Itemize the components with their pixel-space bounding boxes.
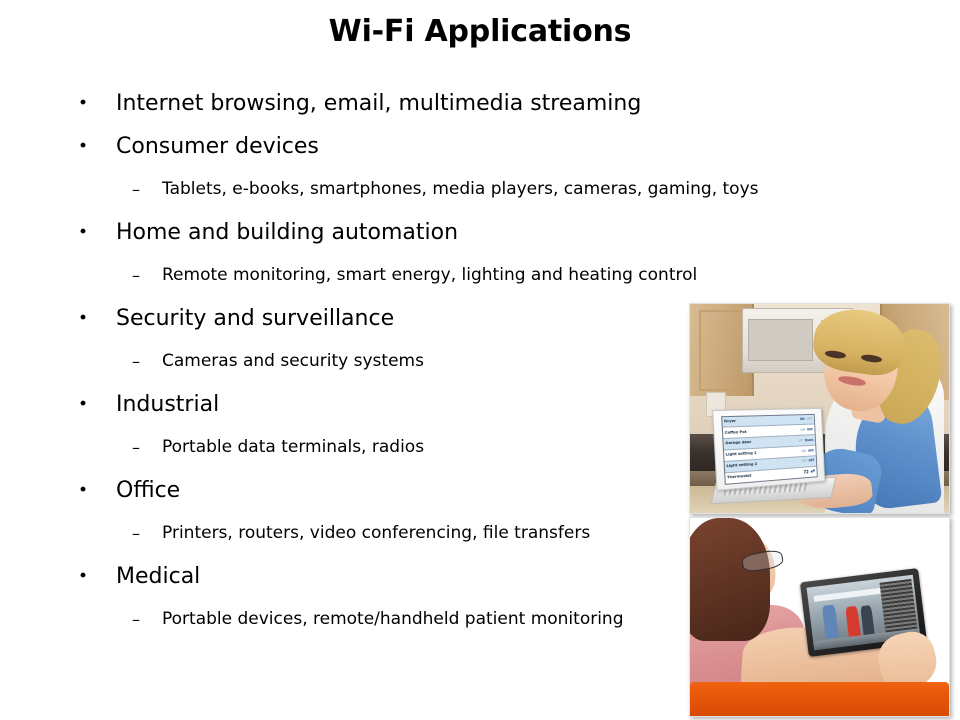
- sub-list-item-text: Remote monitoring, smart energy, lightin…: [162, 265, 698, 285]
- control-option-up[interactable]: UP: [799, 438, 803, 442]
- dash-marker-icon: –: [132, 609, 140, 629]
- tablet-patient-monitoring-photo: [689, 517, 950, 717]
- control-option-off[interactable]: OFF: [806, 416, 812, 420]
- list-item-text: Medical: [116, 563, 201, 589]
- home-automation-control-panel[interactable]: Dryer ON OFF Coffee Pot ON OFF Garage do…: [720, 412, 818, 485]
- dash-marker-icon: –: [132, 265, 140, 285]
- laptop-screen-lid: Dryer ON OFF Coffee Pot ON OFF Garage do…: [712, 407, 825, 491]
- kitchen-scene: Dryer ON OFF Coffee Pot ON OFF Garage do…: [690, 304, 949, 513]
- control-options[interactable]: 72 ▲▼: [803, 468, 815, 474]
- bullet-marker-icon: •: [78, 93, 89, 113]
- list-item: • Home and building automation: [70, 211, 870, 254]
- screen-person-2: [845, 606, 861, 638]
- sub-list-item-text: Portable devices, remote/handheld patien…: [162, 609, 624, 629]
- kitchen-automation-photo: Dryer ON OFF Coffee Pot ON OFF Garage do…: [689, 303, 950, 514]
- tablet-scene: [690, 518, 949, 716]
- screen-person-3: [860, 605, 875, 636]
- sub-list-item-text: Portable data terminals, radios: [162, 437, 425, 457]
- control-options[interactable]: ON OFF: [800, 416, 813, 420]
- bullet-marker-icon: •: [78, 480, 89, 500]
- bullet-marker-icon: •: [78, 308, 89, 328]
- control-options[interactable]: ON OFF: [802, 458, 815, 463]
- control-option-on[interactable]: ON: [800, 427, 805, 431]
- control-option-off[interactable]: OFF: [808, 458, 814, 462]
- screen-person-1: [821, 605, 839, 640]
- sub-list-item-text: Tablets, e-books, smartphones, media pla…: [162, 179, 759, 199]
- bullet-marker-icon: •: [78, 136, 89, 156]
- control-option-off[interactable]: OFF: [807, 427, 813, 431]
- sub-list-item: – Tablets, e-books, smartphones, media p…: [70, 168, 870, 211]
- page-title: Wi-Fi Applications: [328, 14, 632, 49]
- bullet-marker-icon: •: [78, 566, 89, 586]
- control-options[interactable]: UP Down: [799, 437, 814, 442]
- list-item-text: Home and building automation: [116, 219, 459, 245]
- sub-list-item-text: Cameras and security systems: [162, 351, 424, 371]
- bullet-marker-icon: •: [78, 394, 89, 414]
- list-item-text: Security and surveillance: [116, 305, 395, 331]
- dash-marker-icon: –: [132, 351, 140, 371]
- woman-hair: [690, 518, 771, 641]
- control-label: Coffee Pot: [724, 428, 747, 434]
- control-label: Thermostat: [726, 473, 752, 480]
- control-option-down[interactable]: Down: [805, 437, 814, 441]
- control-option-on[interactable]: ON: [802, 459, 807, 463]
- list-item-text: Consumer devices: [116, 133, 319, 159]
- control-option-off[interactable]: OFF: [808, 448, 814, 452]
- list-item: • Internet browsing, email, multimedia s…: [70, 82, 870, 125]
- control-options[interactable]: ON OFF: [800, 427, 813, 431]
- dash-marker-icon: –: [132, 437, 140, 457]
- control-option-on[interactable]: ON: [800, 416, 805, 420]
- list-item: • Consumer devices: [70, 125, 870, 168]
- thermostat-value: 72: [803, 468, 809, 474]
- control-label: Light setting 1: [725, 450, 757, 457]
- dash-marker-icon: –: [132, 179, 140, 199]
- list-item-text: Office: [116, 477, 181, 503]
- orange-table: [690, 682, 949, 716]
- list-item-text: Industrial: [116, 391, 220, 417]
- dash-marker-icon: –: [132, 523, 140, 543]
- list-item-text: Internet browsing, email, multimedia str…: [116, 90, 642, 116]
- control-label: Light setting 2: [726, 461, 758, 468]
- control-label: Dryer: [723, 418, 736, 423]
- sub-list-item: – Remote monitoring, smart energy, light…: [70, 254, 870, 297]
- sub-list-item-text: Printers, routers, video conferencing, f…: [162, 523, 591, 543]
- control-options[interactable]: ON OFF: [801, 448, 814, 453]
- thermostat-arrows-icon[interactable]: ▲▼: [810, 468, 815, 473]
- control-option-on[interactable]: ON: [801, 448, 806, 452]
- control-label: Garage door: [725, 439, 752, 446]
- bullet-marker-icon: •: [78, 222, 89, 242]
